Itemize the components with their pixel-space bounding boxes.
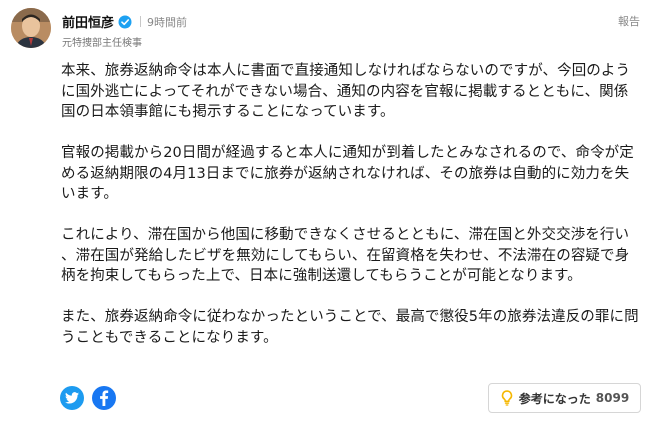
avatar[interactable] (11, 8, 51, 48)
helpful-label: 参考になった (518, 391, 591, 406)
report-link[interactable]: 報告 (618, 13, 640, 29)
comment-paragraph: これにより、滞在国から他国に移動できなくさせるとともに、滞在国と外交交渉を行い、… (61, 227, 630, 284)
author-title: 元特捜部主任検事 (62, 38, 142, 49)
facebook-share-button[interactable] (92, 386, 116, 410)
lightbulb-icon (501, 390, 512, 406)
helpful-count: 8099 (595, 391, 630, 405)
comment-body: 本来、旅券返納命令は本人に書面で直接通知しなければならないのですが、今回のように… (61, 61, 641, 369)
facebook-icon (100, 390, 109, 406)
comment-paragraph: また、旅券返納命令に従わなかったということで、最高で懲役5年の旅券法違反の罪に問… (61, 309, 639, 346)
author-name[interactable]: 前田恒彦 (62, 12, 114, 31)
twitter-share-button[interactable] (60, 386, 84, 410)
comment-paragraph: 本来、旅券返納命令は本人に書面で直接通知しなければならないのですが、今回のように… (61, 63, 631, 120)
comment-card: 前田恒彦 9時間前 元特捜部主任検事 報告 本来、旅券返納命令は本人に書面で直接… (0, 0, 650, 425)
author-row: 前田恒彦 9時間前 (62, 12, 187, 31)
comment-paragraph: 官報の掲載から20日間が経過すると本人に通知が到着したとみなされるので、命令が定… (61, 145, 634, 202)
verified-badge-icon (118, 15, 132, 29)
share-buttons (60, 386, 116, 410)
timestamp: 9時間前 (147, 15, 188, 29)
helpful-button[interactable]: 参考になった 8099 (488, 383, 641, 413)
divider (140, 16, 142, 27)
twitter-icon (65, 392, 79, 404)
